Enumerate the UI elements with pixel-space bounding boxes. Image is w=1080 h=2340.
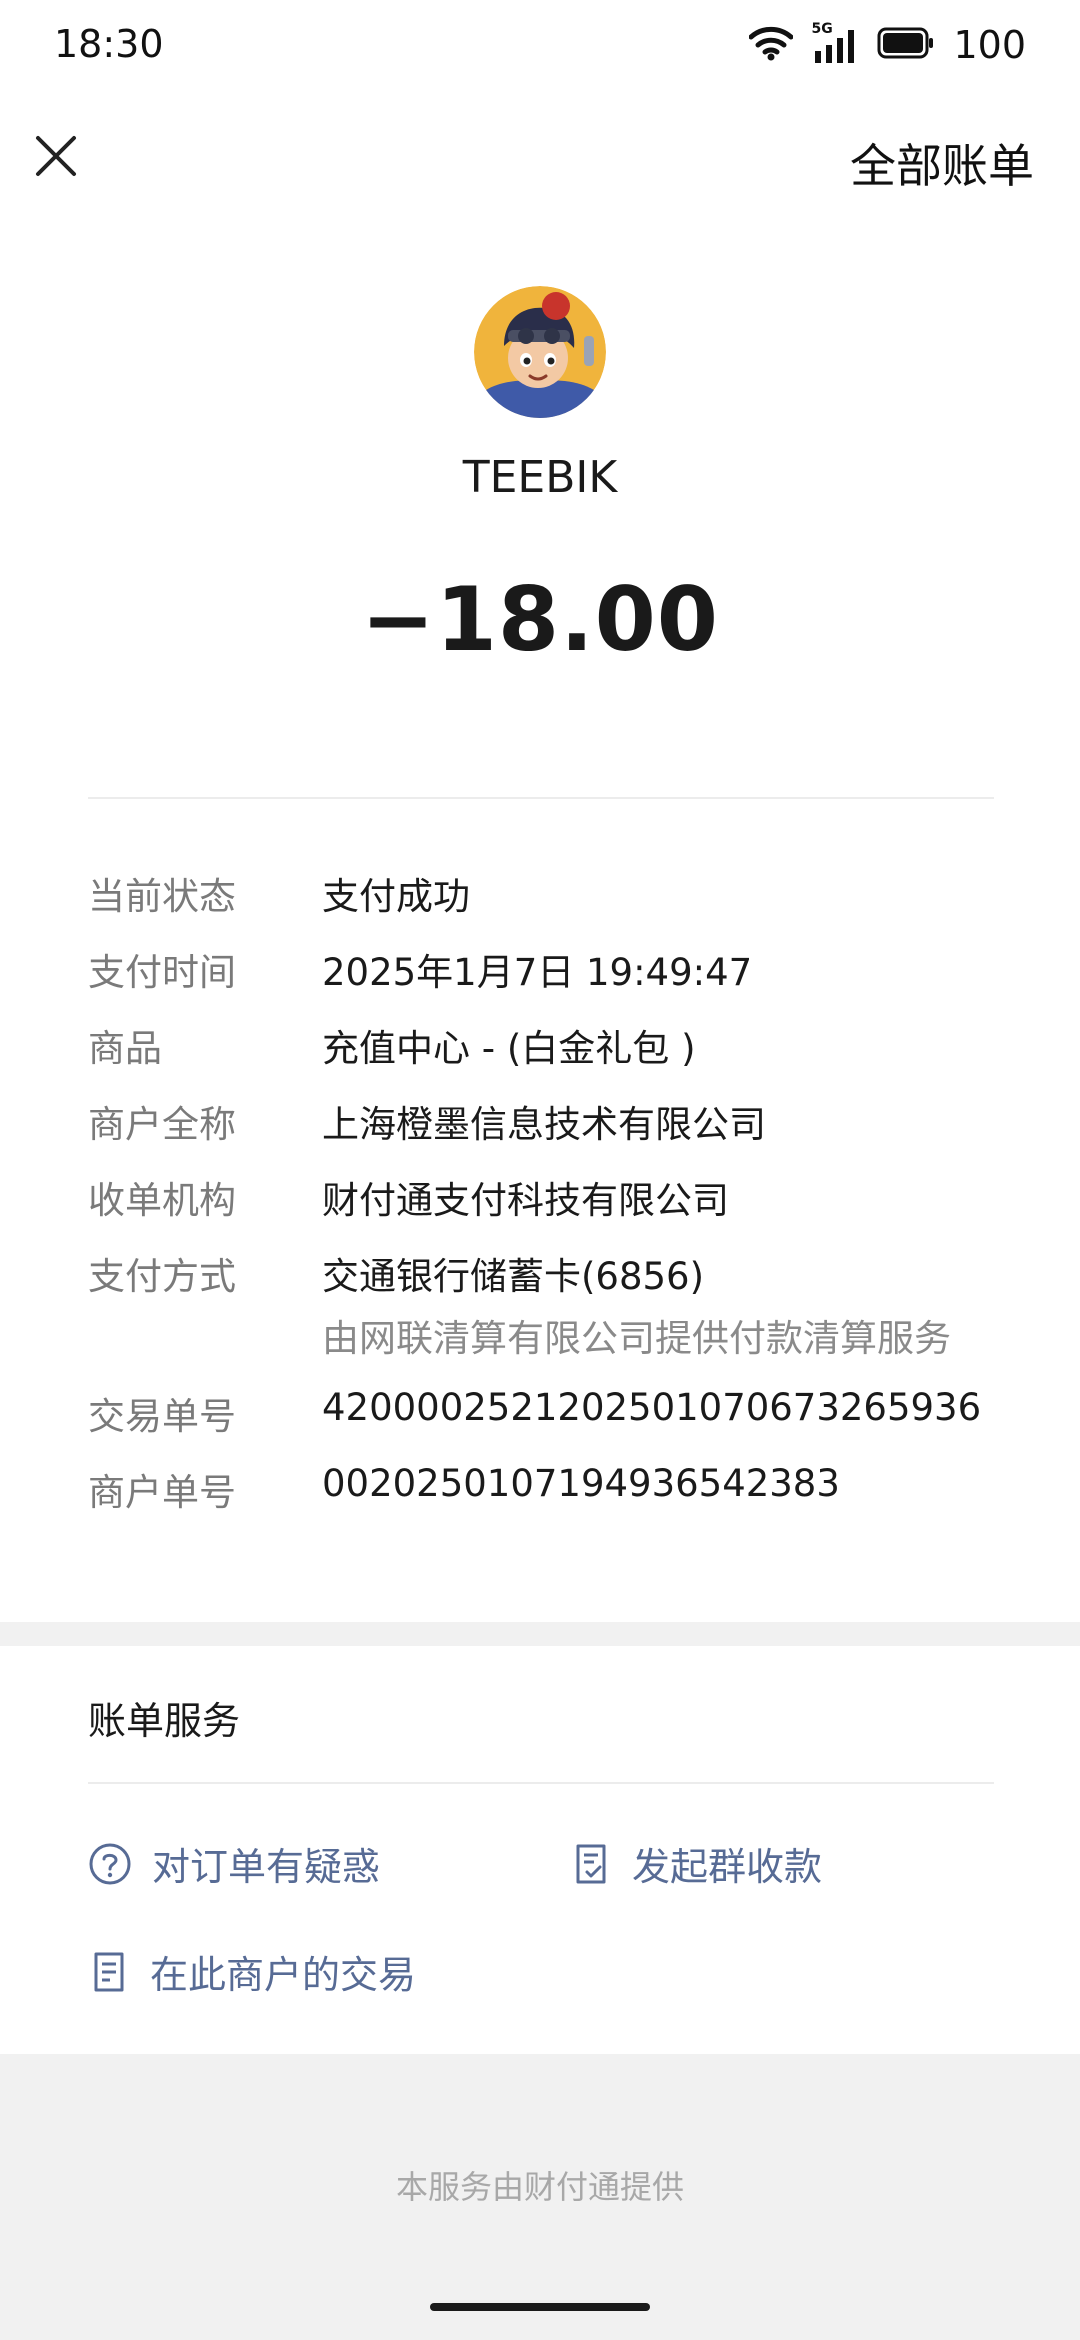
signal-5g-icon: 5G [811,21,859,65]
service-label: 在此商户的交易 [150,1953,417,1997]
detail-value: 0020250107194936542383 [322,1462,840,1505]
home-indicator[interactable] [430,2303,650,2311]
service-label: 对订单有疑惑 [152,1845,381,1889]
services-divider [88,1782,994,1784]
payment-amount: −18.00 [360,568,720,671]
status-icons: 5G 100 [748,21,1026,68]
detail-value: 支付成功 [322,875,470,918]
clearing-note: 由网联清算有限公司提供付款清算服务 [322,1317,951,1360]
status-time: 18:30 [54,22,164,66]
question-circle-icon [89,1843,131,1884]
section-separator [0,1622,1080,1646]
detail-value: 财付通支付科技有限公司 [322,1179,729,1222]
merchant-avatar [474,286,606,418]
battery-level: 100 [953,23,1026,67]
detail-value: 2025年1月7日 19:49:47 [322,951,753,994]
close-icon [36,136,76,176]
detail-label: 收单机构 [88,1179,236,1222]
detail-value: 充值中心 - (白金礼包 ) [322,1027,696,1070]
detail-label: 支付方式 [88,1255,236,1298]
all-bills-link[interactable]: 全部账单 [850,130,1034,196]
document-icon [94,1952,124,1991]
checklist-doc-icon [576,1844,606,1883]
top-bar: 全部账单 [0,110,1080,210]
detail-label: 商户全称 [88,1103,236,1146]
amount-divider [88,797,994,799]
detail-value: 4200002521202501070673265936 [322,1386,982,1429]
merchant-transactions-link[interactable]: 在此商户的交易 [88,1944,416,1999]
detail-value: 上海橙墨信息技术有限公司 [322,1103,766,1146]
service-label: 发起群收款 [632,1845,823,1889]
detail-label: 交易单号 [88,1395,236,1438]
provider-note: 本服务由财付通提供 [395,2168,684,2206]
battery-icon [877,27,935,63]
detail-label: 商品 [88,1027,162,1070]
wifi-icon [748,25,794,65]
detail-label: 商户单号 [88,1471,236,1514]
group-collect-link[interactable]: 发起群收款 [570,1836,822,1891]
detail-value: 交通银行储蓄卡(6856) [322,1255,705,1298]
status-bar: 18:30 5G 100 [0,0,1080,96]
bill-services-title: 账单服务 [88,1699,241,1743]
order-question-link[interactable]: 对订单有疑惑 [88,1836,380,1891]
detail-label: 当前状态 [88,875,236,918]
close-button[interactable] [28,128,84,184]
merchant-name: TEEBIK [462,452,618,503]
detail-label: 支付时间 [88,951,236,994]
